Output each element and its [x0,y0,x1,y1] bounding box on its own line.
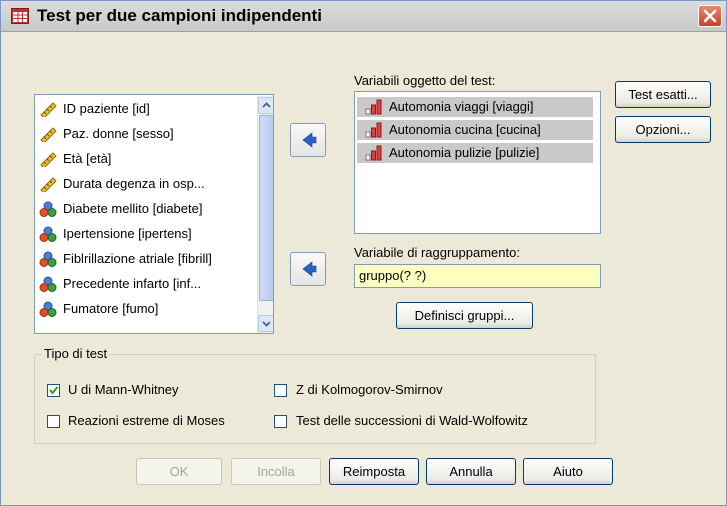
reset-label: Reimposta [342,464,406,479]
source-list-scrollbar[interactable] [257,96,273,333]
ordinal-icon [365,122,382,138]
moses-label[interactable]: Reazioni estreme di Moses [68,413,225,428]
source-variable-item[interactable]: Fumatore [fumo] [39,299,254,319]
ok-label: OK [169,464,189,479]
test-variable-list[interactable]: Automonia viaggi [viaggi] Autonomia cucin… [354,91,601,234]
test-variables-label: Variabili oggetto del test: [354,73,496,88]
source-variable-item[interactable]: ID paziente [id] [39,99,254,119]
source-variable-item[interactable]: Età [età] [39,149,254,169]
close-icon [703,9,717,23]
close-button[interactable] [698,5,722,27]
paste-button[interactable]: Incolla [231,458,321,485]
ordinal-icon [365,145,382,161]
grouping-variable-field[interactable]: gruppo(? ?) [354,264,601,288]
wald-wolfowitz-label[interactable]: Test delle successioni di Wald-Wolfowitz [296,413,528,428]
source-variable-item[interactable]: Durata degenza in osp... [39,174,254,194]
source-variable-label: Precedente infarto [inf... [63,276,202,291]
define-groups-label: Definisci gruppi... [414,308,515,323]
moses-checkbox[interactable] [47,415,60,428]
define-groups-button[interactable]: Definisci gruppi... [396,302,533,329]
ordinal-icon [365,99,382,115]
test-variable-item[interactable]: Autonomia cucina [cucina] [357,120,593,140]
dialog-title: Test per due campioni indipendenti [37,6,322,25]
scroll-up-button[interactable] [258,97,273,114]
source-variable-label: Paz. donne [sesso] [63,126,174,141]
help-button[interactable]: Aiuto [523,458,613,485]
wald-wolfowitz-checkbox[interactable] [274,415,287,428]
nominal-icon [39,251,57,267]
test-type-title: Tipo di test [42,346,110,361]
options-button[interactable]: Opzioni... [615,116,711,143]
checkmark-icon [49,386,59,395]
ruler-icon [40,102,57,117]
test-type-group [34,354,596,444]
source-variable-label: Fumatore [fumo] [63,301,159,316]
nominal-icon [39,276,57,292]
move-to-test-vars-button[interactable] [290,123,326,157]
move-to-grouping-button[interactable] [290,252,326,286]
table-icon [11,8,29,24]
nominal-icon [39,301,57,317]
nominal-icon [39,201,57,217]
kolmogorov-smirnov-checkbox[interactable] [274,384,287,397]
source-variable-item[interactable]: Diabete mellito [diabete] [39,199,254,219]
source-variable-item[interactable]: Paz. donne [sesso] [39,124,254,144]
grouping-variable-label: Variabile di raggruppamento: [354,245,520,260]
source-variable-label: Età [età] [63,151,112,166]
test-variable-item[interactable]: Autonomia pulizie [pulizie] [357,143,593,163]
test-variable-label: Autonomia pulizie [pulizie] [389,145,540,160]
ruler-icon [40,177,57,192]
nominal-icon [39,226,57,242]
dialog-window: Test per due campioni indipendenti ID pa… [0,0,727,506]
help-label: Aiuto [553,464,583,479]
source-variable-item[interactable]: Fiblrillazione atriale [fibrill] [39,249,254,269]
test-variable-label: Autonomia cucina [cucina] [389,122,541,137]
test-variable-label: Automonia viaggi [viaggi] [389,99,534,114]
ruler-icon [40,127,57,142]
source-variable-label: Durata degenza in osp... [63,176,205,191]
source-variable-label: ID paziente [id] [63,101,150,116]
source-variable-list[interactable]: ID paziente [id] Paz. donne [sesso] Età [e… [34,94,274,334]
options-label: Opzioni... [635,122,691,137]
source-variable-item[interactable]: Ipertensione [ipertens] [39,224,254,244]
chevron-down-icon [262,321,271,327]
source-variable-label: Ipertensione [ipertens] [63,226,192,241]
title-bar[interactable]: Test per due campioni indipendenti [1,1,726,32]
mann-whitney-checkbox[interactable] [47,384,60,397]
reset-button[interactable]: Reimposta [329,458,419,485]
scroll-thumb[interactable] [259,115,273,301]
source-variable-label: Diabete mellito [diabete] [63,201,203,216]
source-variable-label: Fiblrillazione atriale [fibrill] [63,251,212,266]
cancel-label: Annulla [449,464,493,479]
kolmogorov-smirnov-label[interactable]: Z di Kolmogorov-Smirnov [296,382,443,397]
arrow-right-icon [302,261,317,277]
chevron-up-icon [262,102,271,108]
test-variable-item[interactable]: Automonia viaggi [viaggi] [357,97,593,117]
ok-button[interactable]: OK [136,458,222,485]
ruler-icon [40,152,57,167]
paste-label: Incolla [257,464,295,479]
exact-tests-label: Test esatti... [628,87,698,102]
scroll-down-button[interactable] [258,315,273,332]
arrow-right-icon [302,132,317,148]
source-variable-item[interactable]: Precedente infarto [inf... [39,274,254,294]
mann-whitney-label[interactable]: U di Mann-Whitney [68,382,179,397]
exact-tests-button[interactable]: Test esatti... [615,81,711,108]
cancel-button[interactable]: Annulla [426,458,516,485]
